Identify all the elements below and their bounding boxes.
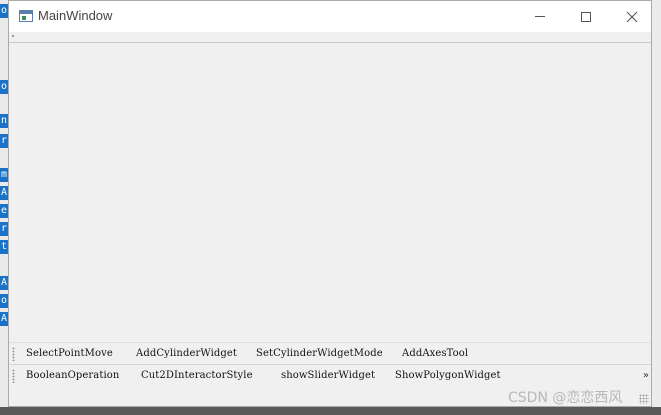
main-window: MainWindow SelectPointMove AddCylinderWi… xyxy=(8,0,652,407)
resize-grip[interactable] xyxy=(639,394,649,404)
show-polygon-widget-button[interactable]: ShowPolygonWidget xyxy=(395,368,501,384)
minimize-icon xyxy=(535,16,545,17)
maximize-button[interactable] xyxy=(563,1,609,32)
background-glyph: o xyxy=(0,80,8,94)
boolean-operation-button[interactable]: BooleanOperation xyxy=(26,368,119,384)
close-button[interactable] xyxy=(609,1,655,32)
title-bar[interactable]: MainWindow xyxy=(9,1,651,32)
background-glyph: t xyxy=(0,240,8,254)
minimize-button[interactable] xyxy=(517,1,563,32)
central-widget[interactable] xyxy=(9,43,651,340)
background-glyph: n xyxy=(0,114,8,128)
add-axes-tool-button[interactable]: AddAxesTool xyxy=(402,346,468,362)
background-glyph: o xyxy=(0,294,8,308)
cut-2d-interactor-style-button[interactable]: Cut2DInteractorStyle xyxy=(141,368,253,384)
toolbar-drag-handle[interactable] xyxy=(12,347,15,361)
toolbar-extension-button[interactable]: » xyxy=(643,368,649,384)
maximize-icon xyxy=(581,11,591,22)
select-point-move-button[interactable]: SelectPointMove xyxy=(26,346,113,362)
close-icon xyxy=(626,11,638,22)
background-glyph: m xyxy=(0,168,8,182)
desktop-background-strip: o o n r m A e r t A o A xyxy=(0,0,8,415)
background-glyph: e xyxy=(0,204,8,218)
menu-bar-grip xyxy=(12,35,14,37)
toolbar-drag-handle[interactable] xyxy=(12,369,15,383)
background-glyph: r xyxy=(0,222,8,236)
app-window-icon xyxy=(19,10,33,22)
watermark: CSDN @恋恋西风 xyxy=(508,390,623,406)
background-glyph: A xyxy=(0,312,8,326)
background-glyph: A xyxy=(0,276,8,290)
set-cylinder-widget-mode-button[interactable]: SetCylinderWidgetMode xyxy=(256,346,383,362)
background-glyph: A xyxy=(0,186,8,200)
toolbar-bottom: BooleanOperation Cut2DInteractorStyle sh… xyxy=(9,364,651,387)
toolbar-top: SelectPointMove AddCylinderWidget SetCyl… xyxy=(9,342,651,365)
menu-bar[interactable] xyxy=(9,32,651,43)
background-glyph: o xyxy=(0,4,8,18)
desktop-background-bottom xyxy=(0,407,661,415)
window-title: MainWindow xyxy=(38,8,113,23)
show-slider-widget-button[interactable]: showSliderWidget xyxy=(281,368,375,384)
add-cylinder-widget-button[interactable]: AddCylinderWidget xyxy=(136,346,237,362)
background-glyph: r xyxy=(0,134,8,148)
